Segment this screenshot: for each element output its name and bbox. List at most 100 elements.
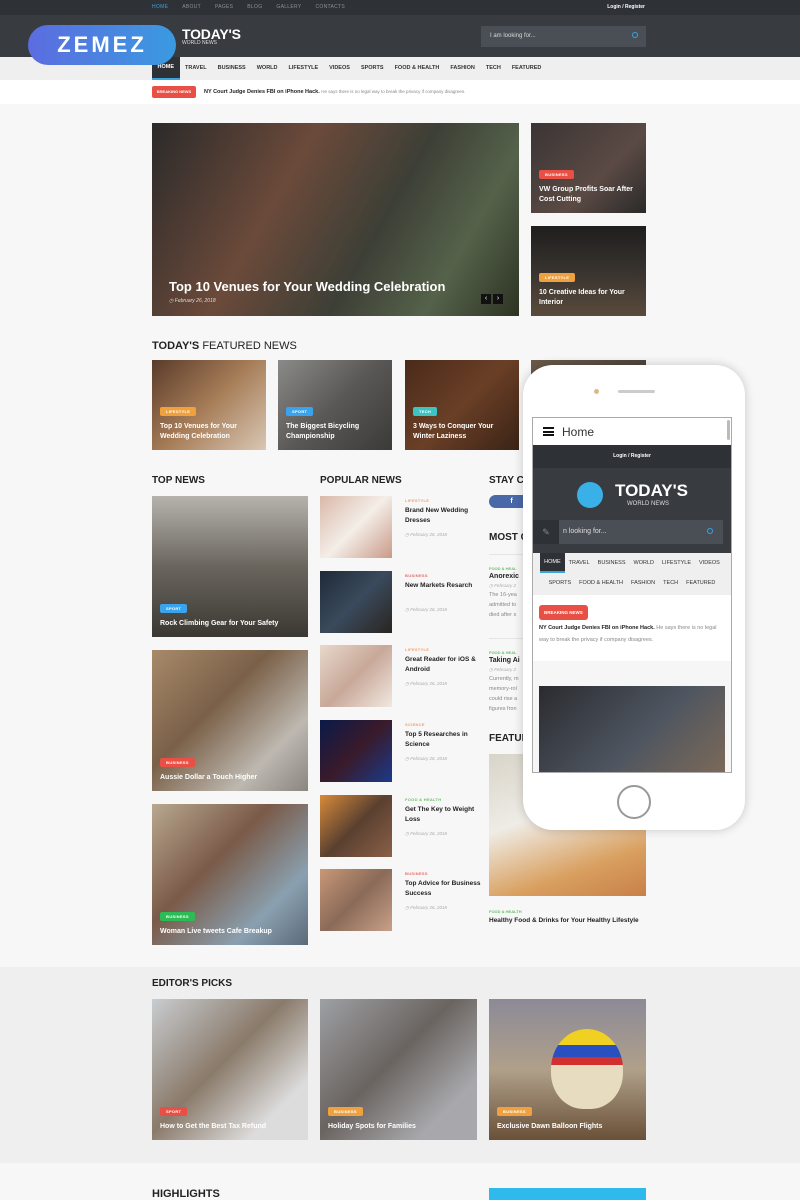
popular-news-category[interactable]: LIFESTYLE [405, 647, 429, 652]
phone-scrollbar[interactable] [727, 420, 730, 440]
mobile-breaking-text[interactable]: NY Court Judge Denies FBI on iPhone Hack… [539, 622, 725, 646]
mobile-nav-tech[interactable]: TECH [659, 573, 682, 593]
popular-news-category[interactable]: SCIENCE [405, 722, 425, 727]
top-link-about[interactable]: ABOUT [182, 4, 201, 10]
login-register-link[interactable]: Login / Register [607, 4, 645, 10]
top-news-title[interactable]: Aussie Dollar a Touch Higher [160, 773, 300, 783]
hero-slide[interactable]: Top 10 Venues for Your Wedding Celebrati… [152, 123, 519, 316]
top-news-card[interactable]: SPORT Rock Climbing Gear for Your Safety [152, 496, 308, 637]
top-news-tag[interactable]: SPORT [160, 604, 188, 613]
mobile-hero-image[interactable] [539, 686, 725, 772]
mobile-nav-business[interactable]: BUSINESS [594, 553, 630, 573]
pencil-icon[interactable]: ✎ [533, 520, 559, 544]
featured-title[interactable]: Top 10 Venues for Your Wedding Celebrati… [160, 422, 258, 442]
editors-pick-title[interactable]: Holiday Spots for Families [328, 1122, 469, 1132]
popular-news-thumb[interactable] [320, 869, 392, 931]
featured-tag[interactable]: LIFESTYLE [160, 407, 197, 416]
nav-lifestyle[interactable]: LIFESTYLE [283, 57, 324, 80]
popular-news-item[interactable]: SCIENCE Top 5 Researches in Science ◷ Fe… [320, 720, 485, 783]
nav-travel[interactable]: TRAVEL [180, 57, 213, 80]
popular-news-title[interactable]: New Markets Resarch [405, 581, 485, 591]
top-news-card[interactable]: BUSINESS Woman Live tweets Cafe Breakup [152, 804, 308, 945]
hamburger-menu-icon[interactable] [543, 427, 554, 436]
featured-tag[interactable]: SPORT [286, 407, 314, 416]
featured-sidebar-category[interactable]: FOOD & HEALTH [489, 909, 646, 914]
search-icon[interactable] [632, 32, 638, 38]
mobile-search-input[interactable]: ✎ n looking for... [533, 520, 723, 544]
mobile-site-title[interactable]: TODAY'S [615, 481, 688, 501]
editors-pick-tag[interactable]: SPORT [160, 1107, 188, 1116]
side-story-title[interactable]: 10 Creative Ideas for Your Interior [539, 288, 638, 308]
mobile-breaking-headline[interactable]: NY Court Judge Denies FBI on iPhone Hack… [539, 625, 655, 631]
breaking-news-text[interactable]: NY Court Judge Denies FBI on iPhone Hack… [204, 89, 465, 95]
popular-news-title[interactable]: Top Advice for Business Success [405, 879, 485, 899]
side-story-card[interactable]: BUSINESS VW Group Profits Soar After Cos… [531, 123, 646, 213]
editors-pick-tag[interactable]: BUSINESS [497, 1107, 532, 1116]
mobile-nav-sports[interactable]: SPORTS [545, 573, 576, 593]
popular-news-thumb[interactable] [320, 496, 392, 558]
editors-pick-card[interactable]: BUSINESS Exclusive Dawn Balloon Flights [489, 999, 646, 1140]
popular-news-thumb[interactable] [320, 720, 392, 782]
side-story-card[interactable]: LIFESTYLE 10 Creative Ideas for Your Int… [531, 226, 646, 316]
nav-tech[interactable]: TECH [480, 57, 506, 80]
top-link-gallery[interactable]: GALLERY [276, 4, 301, 10]
top-news-title[interactable]: Rock Climbing Gear for Your Safety [160, 619, 300, 629]
popular-news-thumb[interactable] [320, 645, 392, 707]
top-link-home[interactable]: HOME [152, 4, 168, 10]
featured-tag[interactable]: TECH [413, 407, 438, 416]
side-story-title[interactable]: VW Group Profits Soar After Cost Cutting [539, 185, 638, 205]
popular-news-item[interactable]: BUSINESS Top Advice for Business Success… [320, 869, 485, 932]
mobile-nav-lifestyle[interactable]: LIFESTYLE [658, 553, 695, 573]
featured-title[interactable]: The Biggest Bicycling Championship [286, 422, 384, 442]
side-story-tag[interactable]: BUSINESS [539, 170, 574, 179]
nav-featured[interactable]: FEATURED [506, 57, 547, 80]
nav-business[interactable]: BUSINESS [212, 57, 251, 80]
popular-news-thumb[interactable] [320, 795, 392, 857]
featured-card[interactable]: TECH 3 Ways to Conquer Your Winter Lazine… [405, 360, 519, 450]
top-link-pages[interactable]: PAGES [215, 4, 233, 10]
side-story-tag[interactable]: LIFESTYLE [539, 273, 576, 282]
mobile-nav-food-health[interactable]: FOOD & HEALTH [575, 573, 627, 593]
mobile-nav-travel[interactable]: TRAVEL [565, 553, 594, 573]
featured-card[interactable]: LIFESTYLE Top 10 Venues for Your Wedding … [152, 360, 266, 450]
top-news-tag[interactable]: BUSINESS [160, 912, 195, 921]
hero-title[interactable]: Top 10 Venues for Your Wedding Celebrati… [169, 279, 511, 295]
mobile-nav-home[interactable]: HOME [540, 553, 565, 573]
editors-pick-card[interactable]: BUSINESS Holiday Spots for Families [320, 999, 477, 1140]
popular-news-title[interactable]: Brand New Wedding Dresses [405, 506, 485, 526]
nav-videos[interactable]: VIDEOS [324, 57, 356, 80]
top-link-contacts[interactable]: CONTACTS [315, 4, 345, 10]
mobile-login-link[interactable]: Login / Register [533, 445, 731, 468]
mobile-nav-world[interactable]: WORLD [630, 553, 658, 573]
popular-news-category[interactable]: LIFESTYLE [405, 498, 429, 503]
mobile-nav-fashion[interactable]: FASHION [627, 573, 659, 593]
featured-title[interactable]: 3 Ways to Conquer Your Winter Laziness [413, 422, 511, 442]
popular-news-item[interactable]: BUSINESS New Markets Resarch ◷ February … [320, 571, 485, 634]
slider-prev-button[interactable]: ‹ [481, 294, 491, 304]
slider-next-button[interactable]: › [493, 294, 503, 304]
featured-sidebar-item[interactable]: FOOD & HEALTH Healthy Food & Drinks for … [489, 909, 646, 926]
popular-news-title[interactable]: Great Reader for iOS & Android [405, 655, 485, 675]
editors-pick-title[interactable]: Exclusive Dawn Balloon Flights [497, 1122, 638, 1132]
popular-news-title[interactable]: Get The Key to Weight Loss [405, 805, 485, 825]
search-icon[interactable] [707, 528, 713, 534]
popular-news-title[interactable]: Top 5 Researches in Science [405, 730, 485, 750]
nav-world[interactable]: WORLD [251, 57, 283, 80]
top-news-tag[interactable]: BUSINESS [160, 758, 195, 767]
popular-news-item[interactable]: LIFESTYLE Great Reader for iOS & Android… [320, 645, 485, 708]
top-link-blog[interactable]: BLOG [247, 4, 262, 10]
popular-news-item[interactable]: LIFESTYLE Brand New Wedding Dresses ◷ Fe… [320, 496, 485, 559]
highlights-banner[interactable] [489, 1188, 646, 1200]
popular-news-category[interactable]: BUSINESS [405, 871, 428, 876]
popular-news-category[interactable]: BUSINESS [405, 573, 428, 578]
nav-sports[interactable]: SPORTS [355, 57, 389, 80]
featured-card[interactable]: SPORT The Biggest Bicycling Championship [278, 360, 392, 450]
editors-pick-card[interactable]: SPORT How to Get the Best Tax Refund [152, 999, 308, 1140]
mobile-nav-videos[interactable]: VIDEOS [695, 553, 724, 573]
top-news-title[interactable]: Woman Live tweets Cafe Breakup [160, 927, 300, 937]
breaking-headline[interactable]: NY Court Judge Denies FBI on iPhone Hack… [204, 89, 320, 95]
popular-news-category[interactable]: FOOD & HEALTH [405, 797, 442, 802]
popular-news-thumb[interactable] [320, 571, 392, 633]
mobile-menu-label[interactable]: Home [562, 425, 594, 439]
popular-news-item[interactable]: FOOD & HEALTH Get The Key to Weight Loss… [320, 795, 485, 858]
